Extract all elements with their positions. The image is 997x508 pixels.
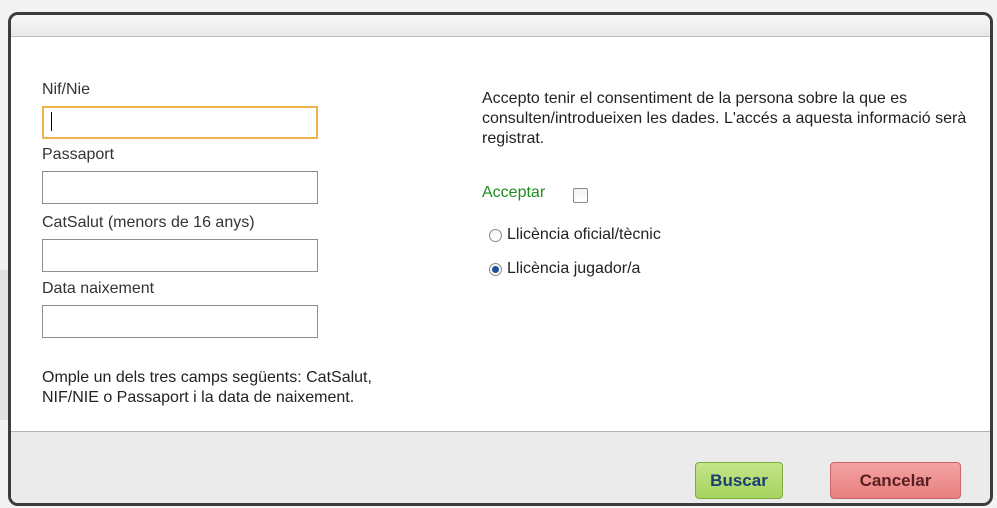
radio-official[interactable] <box>489 228 502 242</box>
nif-input[interactable] <box>42 106 318 139</box>
cancel-button[interactable]: Cancelar <box>830 462 961 499</box>
search-dialog: Nif/Nie Passaport CatSalut (menors de 16… <box>8 12 993 506</box>
dialog-content: Nif/Nie Passaport CatSalut (menors de 16… <box>11 37 990 437</box>
catsalut-input[interactable] <box>42 239 318 272</box>
text-caret <box>51 112 52 131</box>
license-option-label: Llicència jugador/a <box>507 260 641 277</box>
dialog-footer: Buscar Cancelar <box>11 431 990 503</box>
nif-label: Nif/Nie <box>42 81 91 98</box>
nif-field-wrapper <box>42 106 318 139</box>
passport-label: Passaport <box>42 146 115 163</box>
accept-label: Acceptar <box>482 184 546 201</box>
fields-hint: Omple un dels tres camps següents: CatSa… <box>42 369 372 406</box>
birthdate-input[interactable] <box>42 305 318 338</box>
license-option-label: Llicència oficial/tècnic <box>507 226 661 243</box>
search-button[interactable]: Buscar <box>695 462 783 499</box>
catsalut-label: CatSalut (menors de 16 anys) <box>42 214 255 231</box>
accept-checkbox[interactable] <box>573 188 588 203</box>
license-option-official[interactable]: Llicència oficial/tècnic <box>489 225 661 245</box>
radio-player[interactable] <box>489 262 502 276</box>
consent-text: Accepto tenir el consentiment de la pers… <box>482 90 967 147</box>
birthdate-label: Data naixement <box>42 280 155 297</box>
license-option-player[interactable]: Llicència jugador/a <box>489 259 640 279</box>
passport-input[interactable] <box>42 171 318 204</box>
dialog-titlebar <box>11 15 990 37</box>
